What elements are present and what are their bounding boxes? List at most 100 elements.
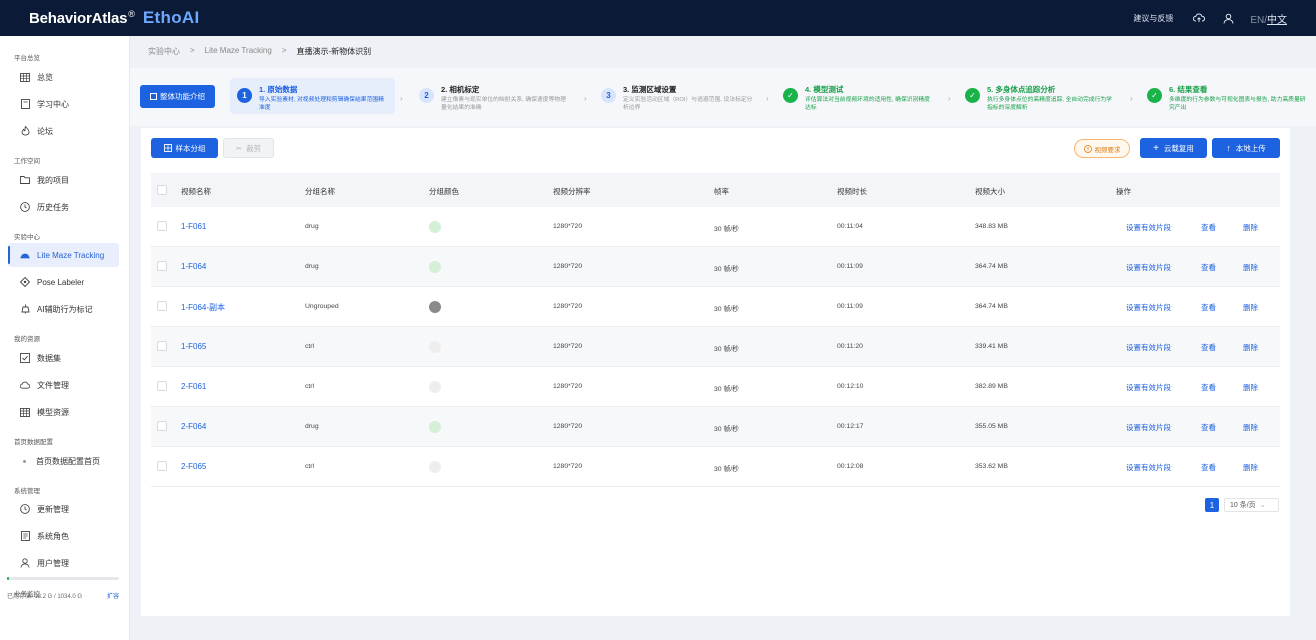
set-valid-segment-link[interactable]: 设置有效片段 [1126,462,1171,473]
column-video-name[interactable]: 视频名称 [181,186,211,197]
view-link[interactable]: 查看 [1201,222,1216,233]
breadcrumb-separator: > [190,46,195,55]
sidebar-item-update-management[interactable]: 更新管理 [8,497,119,521]
view-link[interactable]: 查看 [1201,262,1216,273]
table-row: 1-F064 drug 1280*720 30 帧/秒 00:11:09 364.74 M… [151,247,1280,287]
step-model-test[interactable]: ✓ 4. 模型测试 评估算法对当前视频环境的适用性, 确保识别精度达标 [783,78,953,114]
sidebar-item-label: 总览 [37,72,53,82]
cell-video-name[interactable]: 1-F061 [181,222,206,231]
user-icon[interactable] [1221,11,1235,25]
role-icon [20,531,30,541]
sidebar-item-user-management[interactable]: 用户管理 [8,551,119,575]
row-checkbox[interactable] [157,221,167,231]
delete-link[interactable]: 删除 [1243,222,1258,233]
view-link[interactable]: 查看 [1201,342,1216,353]
cell-fps: 30 帧/秒 [714,266,739,273]
step-multi-point-tracking[interactable]: ✓ 5. 多身体点追踪分析 执行多身体点位的高精度追踪, 全自动完成行为学指标的深… [965,78,1135,114]
view-link[interactable]: 查看 [1201,422,1216,433]
sidebar-item-ai-labeling[interactable]: AI辅助行为标记 [8,297,119,321]
cloud-upload-icon[interactable] [1192,11,1206,25]
sidebar-section-lab: 实验中心 [14,234,40,241]
set-valid-segment-link[interactable]: 设置有效片段 [1126,262,1171,273]
set-valid-segment-link[interactable]: 设置有效片段 [1126,422,1171,433]
column-group-color[interactable]: 分组颜色 [429,186,459,197]
sample-group-button[interactable]: 样本分组 [151,138,218,158]
cut-button[interactable]: ✂ 裁剪 [223,138,274,158]
group-color-swatch [429,381,441,393]
sidebar-item-overview[interactable]: 总览 [8,65,119,89]
row-checkbox[interactable] [157,461,167,471]
set-valid-segment-link[interactable]: 设置有效片段 [1126,302,1171,313]
column-actions: 操作 [1116,187,1131,196]
pagination-page-1[interactable]: 1 [1205,498,1219,512]
delete-link[interactable]: 删除 [1243,462,1258,473]
column-resolution[interactable]: 视频分辨率 [553,186,591,197]
set-valid-segment-link[interactable]: 设置有效片段 [1126,222,1171,233]
cell-resolution: 1280*720 [553,223,583,230]
sidebar-item-learning[interactable]: 学习中心 [8,92,119,116]
feedback-link[interactable]: 建议与反馈 [1133,13,1173,24]
sidebar-item-projects[interactable]: 我的项目 [8,168,119,192]
column-size[interactable]: 视频大小 [975,186,1005,197]
sidebar-item-label: 用户管理 [37,558,69,568]
storage-usage-text: 已用存储: 18.2 G / 1034.0 G [7,594,83,600]
row-checkbox[interactable] [157,301,167,311]
row-checkbox[interactable] [157,261,167,271]
sidebar-item-dataset[interactable]: 数据集 [8,346,119,370]
breadcrumb: 实验中心 > Lite Maze Tracking > 直播演示-新物体识别 [148,46,381,57]
cell-video-name[interactable]: 1-F064 [181,262,206,271]
breadcrumb-lab-center[interactable]: 实验中心 [148,46,180,57]
lang-zh[interactable]: 中文 [1267,15,1287,26]
row-checkbox[interactable] [157,381,167,391]
sidebar-item-homepage-config[interactable]: 首页数据配置首页 [8,449,119,473]
step-camera-calibration[interactable]: 2 2. 相机标定 建立像素与现实单位的映射关系, 确保速度等物理量化结果的准确 [419,78,589,114]
local-upload-button[interactable]: ↑ 本地上传 [1212,138,1280,158]
sidebar-item-forum[interactable]: 论坛 [8,119,119,143]
pose-icon [20,277,30,287]
cell-video-name[interactable]: 2-F065 [181,462,206,471]
cell-video-name[interactable]: 2-F061 [181,382,206,391]
cloud-reuse-button[interactable]: + 云载复用 [1140,138,1207,158]
step-raw-data[interactable]: 1 1. 原始数据 导入实验素材, 对视频处理和剪辑确保结果范围精准度 [230,78,395,114]
sidebar-item-history[interactable]: 历史任务 [8,195,119,219]
sidebar-item-label: AI辅助行为标记 [37,304,93,314]
delete-link[interactable]: 删除 [1243,342,1258,353]
sidebar-item-lite-maze-tracking[interactable]: Lite Maze Tracking [8,243,119,267]
storage-expand-link[interactable]: 扩容 [107,591,119,600]
delete-link[interactable]: 删除 [1243,382,1258,393]
page-size-select[interactable]: 10 条/页 ⌄ [1224,498,1279,512]
step-roi-setting[interactable]: 3 3. 监测区域设置 定义实验活动区域（ROI）与逃避范围, 设法标定分析边界 [601,78,771,114]
select-all-checkbox[interactable] [157,185,167,195]
lang-en[interactable]: EN/ [1250,15,1267,26]
sidebar-item-model-resources[interactable]: 模型资源 [8,400,119,424]
column-duration[interactable]: 视频时长 [837,186,867,197]
cell-video-name[interactable]: 1-F064-副本 [181,302,225,313]
cloud-reuse-label: 云载复用 [1163,143,1194,153]
set-valid-segment-link[interactable]: 设置有效片段 [1126,382,1171,393]
view-link[interactable]: 查看 [1201,382,1216,393]
sidebar-section-homepage-config: 首页数据配置 [14,439,53,446]
breadcrumb-lite-maze[interactable]: Lite Maze Tracking [205,46,272,57]
delete-link[interactable]: 删除 [1243,422,1258,433]
step-results[interactable]: ✓ 6. 结果查看 多维度的行为参数与可视化图表与报告, 助力高质量研究产出 [1147,78,1315,114]
set-valid-segment-link[interactable]: 设置有效片段 [1126,342,1171,353]
column-group-name[interactable]: 分组名称 [305,186,335,197]
row-checkbox[interactable] [157,421,167,431]
video-requirements-tag[interactable]: 视频要求 [1074,139,1130,158]
row-checkbox[interactable] [157,341,167,351]
delete-link[interactable]: 删除 [1243,262,1258,273]
brand-logo[interactable]: BehaviorAtlas ® EthoAI [29,8,200,28]
cut-label: 裁剪 [246,143,262,153]
feature-intro-button[interactable]: 整体功能介绍 [140,85,215,108]
language-switch[interactable]: EN/中文 [1250,11,1287,26]
cell-video-name[interactable]: 1-F065 [181,342,206,351]
delete-link[interactable]: 删除 [1243,302,1258,313]
cell-video-name[interactable]: 2-F064 [181,422,206,431]
view-link[interactable]: 查看 [1201,302,1216,313]
sidebar-item-system-roles[interactable]: 系统角色 [8,524,119,548]
sidebar-item-file-management[interactable]: 文件管理 [8,373,119,397]
sidebar-item-pose-labeler[interactable]: Pose Labeler [8,270,119,294]
step-desc: 评估算法对当前视频环境的适用性, 确保识别精度达标 [805,97,930,111]
view-link[interactable]: 查看 [1201,462,1216,473]
column-fps[interactable]: 帧率 [714,186,729,197]
